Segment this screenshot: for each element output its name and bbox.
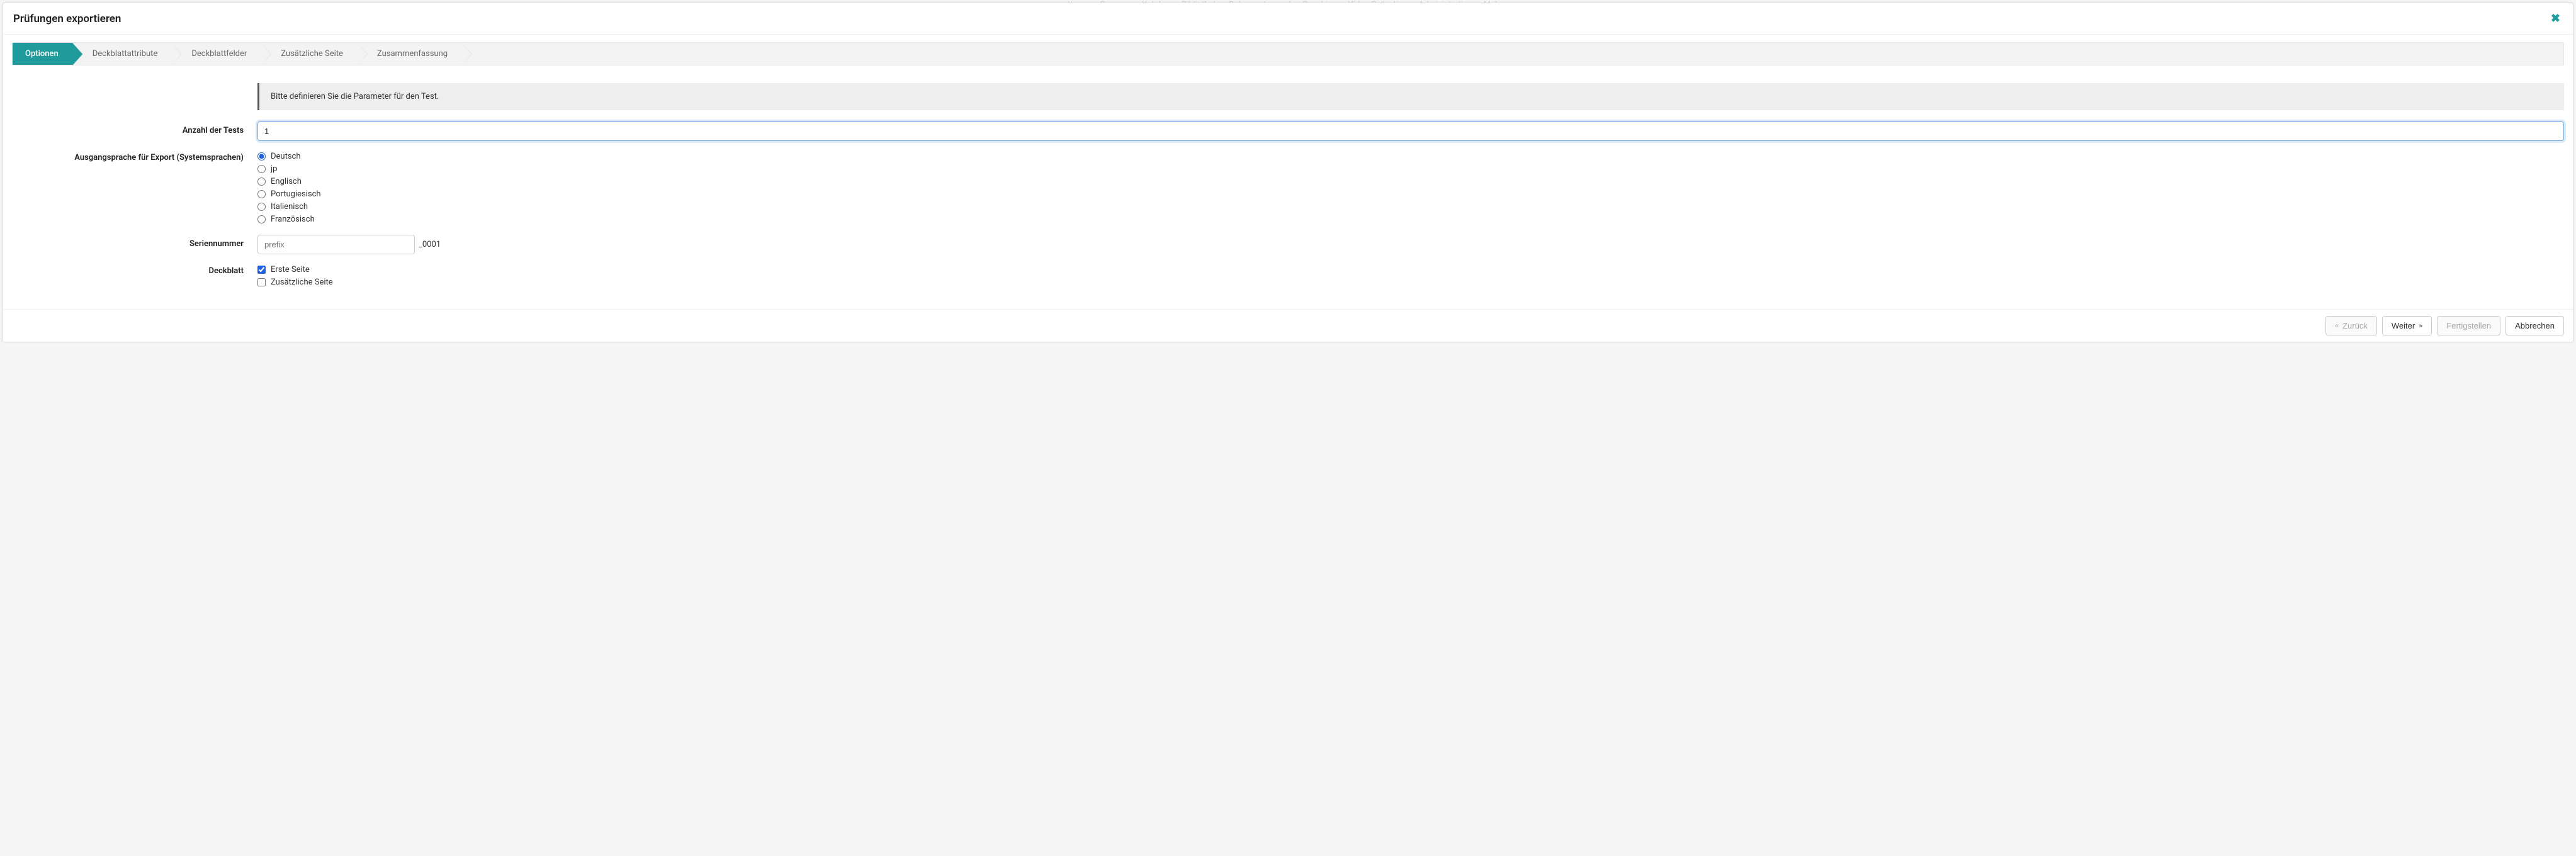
modal-footer: « Zurück Weiter » Fertigstellen Abbreche… xyxy=(3,309,2573,342)
checkbox-label: Erste Seite xyxy=(271,265,310,274)
checkbox-input[interactable] xyxy=(257,266,266,274)
modal-header: Prüfungen exportieren ✖ xyxy=(3,3,2573,35)
button-label: Weiter xyxy=(2392,321,2415,330)
wizard-step-label: Optionen xyxy=(25,49,59,59)
wizard-step-deckblattattribute[interactable]: Deckblattattribute xyxy=(72,43,172,65)
chevron-left-icon: « xyxy=(2335,322,2339,330)
radio-option-franzoesisch[interactable]: Französisch xyxy=(257,215,2564,224)
serial-suffix: _0001 xyxy=(419,240,441,249)
radio-input[interactable] xyxy=(257,165,266,173)
radio-option-deutsch[interactable]: Deutsch xyxy=(257,152,2564,161)
radio-input[interactable] xyxy=(257,177,266,186)
modal-title: Prüfungen exportieren xyxy=(13,13,121,25)
label-serial-number: Seriennummer xyxy=(12,235,257,249)
radio-option-italienisch[interactable]: Italienisch xyxy=(257,202,2564,211)
radio-label: Deutsch xyxy=(271,152,301,161)
radio-label: Französisch xyxy=(271,215,315,224)
checkbox-zusaetzliche-seite[interactable]: Zusätzliche Seite xyxy=(257,278,2564,287)
radio-input[interactable] xyxy=(257,152,266,160)
label-export-language: Ausgangsprache für Export (Systemsprache… xyxy=(12,149,257,162)
spacer xyxy=(12,83,257,87)
checkbox-label: Zusätzliche Seite xyxy=(271,278,333,287)
wizard-step-optionen[interactable]: Optionen xyxy=(13,43,72,65)
info-banner: Bitte definieren Sie die Parameter für d… xyxy=(257,83,2564,110)
checkbox-erste-seite[interactable]: Erste Seite xyxy=(257,265,2564,274)
close-icon: ✖ xyxy=(2551,12,2560,25)
serial-prefix-input[interactable] xyxy=(257,235,415,254)
modal-body: Optionen Deckblattattribute Deckblattfel… xyxy=(3,35,2573,309)
export-exams-modal: Prüfungen exportieren ✖ Optionen Deckbla… xyxy=(3,3,2573,342)
test-count-input[interactable] xyxy=(257,121,2564,141)
checkbox-input[interactable] xyxy=(257,278,266,286)
back-button: « Zurück xyxy=(2325,316,2377,335)
wizard-step-label: Deckblattfelder xyxy=(191,49,247,59)
wizard-step-zusammenfassung[interactable]: Zusammenfassung xyxy=(357,43,461,65)
wizard-step-label: Zusätzliche Seite xyxy=(281,49,343,59)
button-label: Abbrechen xyxy=(2515,321,2555,330)
radio-option-portugiesisch[interactable]: Portugiesisch xyxy=(257,189,2564,199)
label-test-count: Anzahl der Tests xyxy=(12,121,257,135)
radio-label: Portugiesisch xyxy=(271,189,321,199)
wizard-step-label: Deckblattattribute xyxy=(93,49,158,59)
next-button[interactable]: Weiter » xyxy=(2382,316,2432,335)
cover-checkbox-group: Erste Seite Zusätzliche Seite xyxy=(257,262,2564,287)
wizard-step-label: Zusammenfassung xyxy=(377,49,448,59)
language-radio-group: Deutsch jp Englisch Portugiesisch xyxy=(257,149,2564,224)
chevron-right-icon: » xyxy=(2419,322,2422,330)
cancel-button[interactable]: Abbrechen xyxy=(2505,316,2564,335)
button-label: Zurück xyxy=(2342,321,2368,330)
wizard-step-deckblattfelder[interactable]: Deckblattfelder xyxy=(171,43,261,65)
radio-option-jp[interactable]: jp xyxy=(257,164,2564,174)
radio-label: jp xyxy=(271,164,277,174)
radio-input[interactable] xyxy=(257,203,266,211)
wizard-steps: Optionen Deckblattattribute Deckblattfel… xyxy=(12,42,2564,65)
button-label: Fertigstellen xyxy=(2446,321,2491,330)
label-cover: Deckblatt xyxy=(12,262,257,276)
radio-input[interactable] xyxy=(257,190,266,198)
finish-button: Fertigstellen xyxy=(2437,316,2500,335)
radio-label: Englisch xyxy=(271,177,302,186)
radio-label: Italienisch xyxy=(271,202,308,211)
radio-input[interactable] xyxy=(257,215,266,223)
close-button[interactable]: ✖ xyxy=(2548,12,2563,25)
radio-option-englisch[interactable]: Englisch xyxy=(257,177,2564,186)
wizard-step-zusaetzliche-seite[interactable]: Zusätzliche Seite xyxy=(261,43,357,65)
